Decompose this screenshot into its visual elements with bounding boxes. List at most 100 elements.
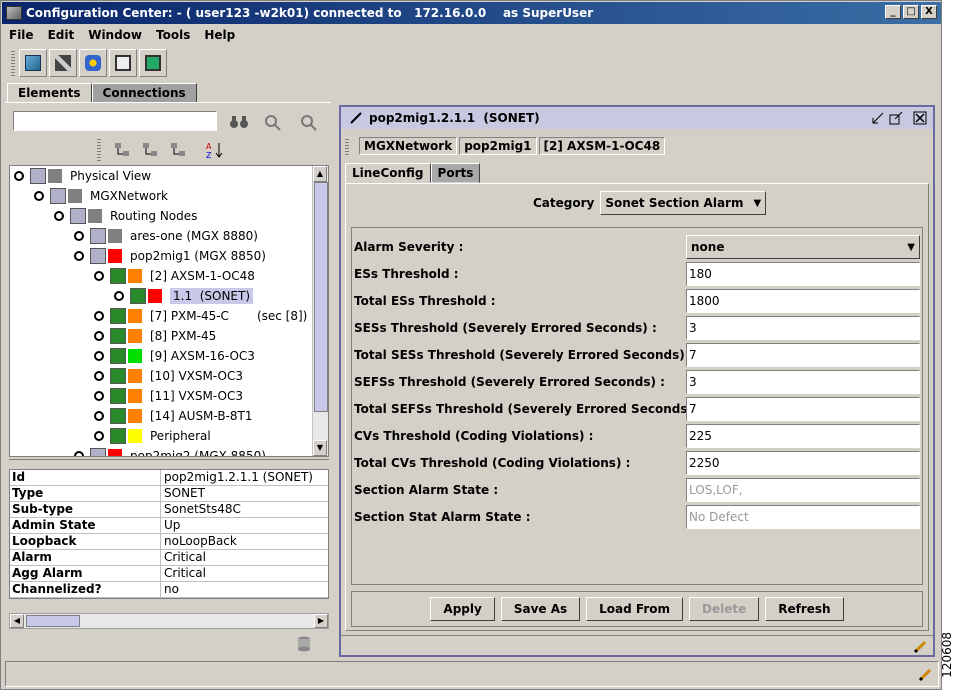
binoculars-icon[interactable] xyxy=(229,113,249,131)
expand-handle-icon[interactable] xyxy=(114,291,124,301)
refresh-button[interactable]: Refresh xyxy=(765,597,844,621)
stapler-tool-button[interactable] xyxy=(49,49,77,77)
restore-panel-icon[interactable] xyxy=(889,111,903,125)
toolbar-grip[interactable] xyxy=(11,50,15,76)
properties-horizontal-scrollbar[interactable]: ◀ ▶ xyxy=(9,613,329,629)
threshold-input[interactable]: 7 xyxy=(686,397,920,421)
expand-tree-icon[interactable] xyxy=(113,141,133,159)
tab-ports[interactable]: Ports xyxy=(430,163,481,183)
crumb-node[interactable]: pop2mig1 xyxy=(459,137,537,155)
category-select[interactable]: Sonet Section Alarm ▼ xyxy=(600,191,767,215)
tree-node[interactable]: [8] PXM-45 xyxy=(94,326,216,346)
find-next-icon[interactable] xyxy=(263,113,283,131)
tree-node[interactable]: Routing Nodes xyxy=(54,206,197,226)
cube-tool-button[interactable] xyxy=(19,49,47,77)
form-row: Total SESs Threshold (Severely Errored S… xyxy=(352,342,922,368)
menu-window[interactable]: Window xyxy=(88,28,142,42)
tree-node[interactable]: [14] AUSM-B-8T1 xyxy=(94,406,252,426)
sort-az-icon[interactable]: AZ xyxy=(205,141,225,159)
scroll-up-arrow[interactable]: ▲ xyxy=(313,166,327,182)
scroll-left-arrow[interactable]: ◀ xyxy=(10,614,24,628)
threshold-input[interactable]: 2250 xyxy=(686,451,920,475)
expand-handle-icon[interactable] xyxy=(94,271,104,281)
tree-node[interactable]: Physical View xyxy=(14,166,151,186)
horizontal-scroll-thumb[interactable] xyxy=(26,615,80,627)
threshold-input[interactable]: 1800 xyxy=(686,289,920,313)
threshold-input[interactable]: 180 xyxy=(686,262,920,286)
database-icon[interactable] xyxy=(295,635,313,653)
menu-help[interactable]: Help xyxy=(204,28,235,42)
tree-scroll-thumb[interactable] xyxy=(314,182,328,412)
threshold-input[interactable]: 3 xyxy=(686,316,920,340)
find-prev-icon[interactable] xyxy=(299,113,319,131)
threshold-input[interactable]: 3 xyxy=(686,370,920,394)
alarm-severity-select[interactable]: none ▼ xyxy=(686,235,920,259)
threshold-input[interactable]: 7 xyxy=(686,343,920,367)
field-label: Total SEFSs Threshold (Severely Errored … xyxy=(354,402,702,416)
door-tool-button[interactable] xyxy=(139,49,167,77)
crumb-network[interactable]: MGXNetwork xyxy=(359,137,458,155)
tree-node[interactable]: ares-one (MGX 8880) xyxy=(74,226,258,246)
expand-handle-icon[interactable] xyxy=(74,451,84,456)
properties-table: Id pop2mig1.2.1.1 (SONET) Type SONET Sub-typ… xyxy=(9,469,329,599)
expand-handle-icon[interactable] xyxy=(94,311,104,321)
collapse-tree-icon[interactable] xyxy=(141,141,161,159)
node-type-icon xyxy=(50,188,66,204)
left-pane: AZ Physical View MGXNetwork Routing Nodes a… xyxy=(5,102,331,657)
expand-handle-icon[interactable] xyxy=(94,331,104,341)
tab-elements[interactable]: Elements xyxy=(7,83,92,103)
tree-node[interactable]: pop2mig1 (MGX 8850) xyxy=(74,246,266,266)
expand-handle-icon[interactable] xyxy=(14,171,24,181)
expand-handle-icon[interactable] xyxy=(54,211,64,221)
alarm-status-icon xyxy=(128,389,142,403)
shield-tool-button[interactable] xyxy=(79,49,107,77)
menu-edit[interactable]: Edit xyxy=(48,28,75,42)
maximize-button[interactable]: □ xyxy=(903,5,919,19)
expand-handle-icon[interactable] xyxy=(94,411,104,421)
scroll-right-arrow[interactable]: ▶ xyxy=(314,614,328,628)
tab-connections[interactable]: Connections xyxy=(91,83,197,103)
threshold-input[interactable]: 225 xyxy=(686,424,920,448)
menu-tools[interactable]: Tools xyxy=(156,28,190,42)
field-label: Section Stat Alarm State : xyxy=(354,510,531,524)
tree-node[interactable]: [9] AXSM-16-OC3 xyxy=(94,346,255,366)
menu-file[interactable]: File xyxy=(9,28,34,42)
expand-handle-icon[interactable] xyxy=(74,251,84,261)
expand-handle-icon[interactable] xyxy=(94,351,104,361)
field-label: Total CVs Threshold (Coding Violations) … xyxy=(354,456,631,470)
expand-handle-icon[interactable] xyxy=(94,391,104,401)
crumb-card[interactable]: [2] AXSM-1-OC48 xyxy=(538,137,666,155)
tree-node[interactable]: pop2mig2 (MGX 8850) xyxy=(74,446,266,456)
status-brush-icon[interactable] xyxy=(918,666,934,682)
load-from-button[interactable]: Load From xyxy=(586,597,683,621)
expand-handle-icon[interactable] xyxy=(94,371,104,381)
tree-node[interactable]: [2] AXSM-1-OC48 xyxy=(94,266,255,286)
expand-handle-icon[interactable] xyxy=(34,191,44,201)
tree-node-label: pop2mig1 (MGX 8850) xyxy=(130,249,266,263)
tree-node[interactable]: [7] PXM-45-C (sec [8]) xyxy=(94,306,307,326)
minimize-panel-icon[interactable] xyxy=(871,111,885,125)
element-tree[interactable]: Physical View MGXNetwork Routing Nodes ares… xyxy=(9,165,329,457)
minimize-button[interactable]: _ xyxy=(885,5,901,19)
copy-tool-button[interactable] xyxy=(109,49,137,77)
close-panel-icon[interactable] xyxy=(913,111,927,125)
tree-node[interactable]: 1.1 (SONET) xyxy=(114,286,254,306)
tree-node[interactable]: [11] VXSM-OC3 xyxy=(94,386,243,406)
apply-button[interactable]: Apply xyxy=(430,597,495,621)
expand-handle-icon[interactable] xyxy=(94,431,104,441)
search-input[interactable] xyxy=(13,111,217,131)
filter-tree-icon[interactable] xyxy=(169,141,189,159)
delete-button[interactable]: Delete xyxy=(689,597,760,621)
tree-node[interactable]: Peripheral xyxy=(94,426,211,446)
splitter[interactable] xyxy=(9,459,329,465)
alarm-status-icon xyxy=(148,289,162,303)
scroll-down-arrow[interactable]: ▼ xyxy=(313,440,327,456)
brush-icon[interactable] xyxy=(913,638,929,654)
tree-node[interactable]: [10] VXSM-OC3 xyxy=(94,366,243,386)
tab-lineconfig[interactable]: LineConfig xyxy=(345,163,431,183)
tree-node[interactable]: MGXNetwork xyxy=(34,186,168,206)
save-as-button[interactable]: Save As xyxy=(500,597,581,621)
tree-vertical-scrollbar[interactable]: ▲ ▼ xyxy=(312,166,328,456)
close-button[interactable]: X xyxy=(921,5,937,19)
expand-handle-icon[interactable] xyxy=(74,231,84,241)
